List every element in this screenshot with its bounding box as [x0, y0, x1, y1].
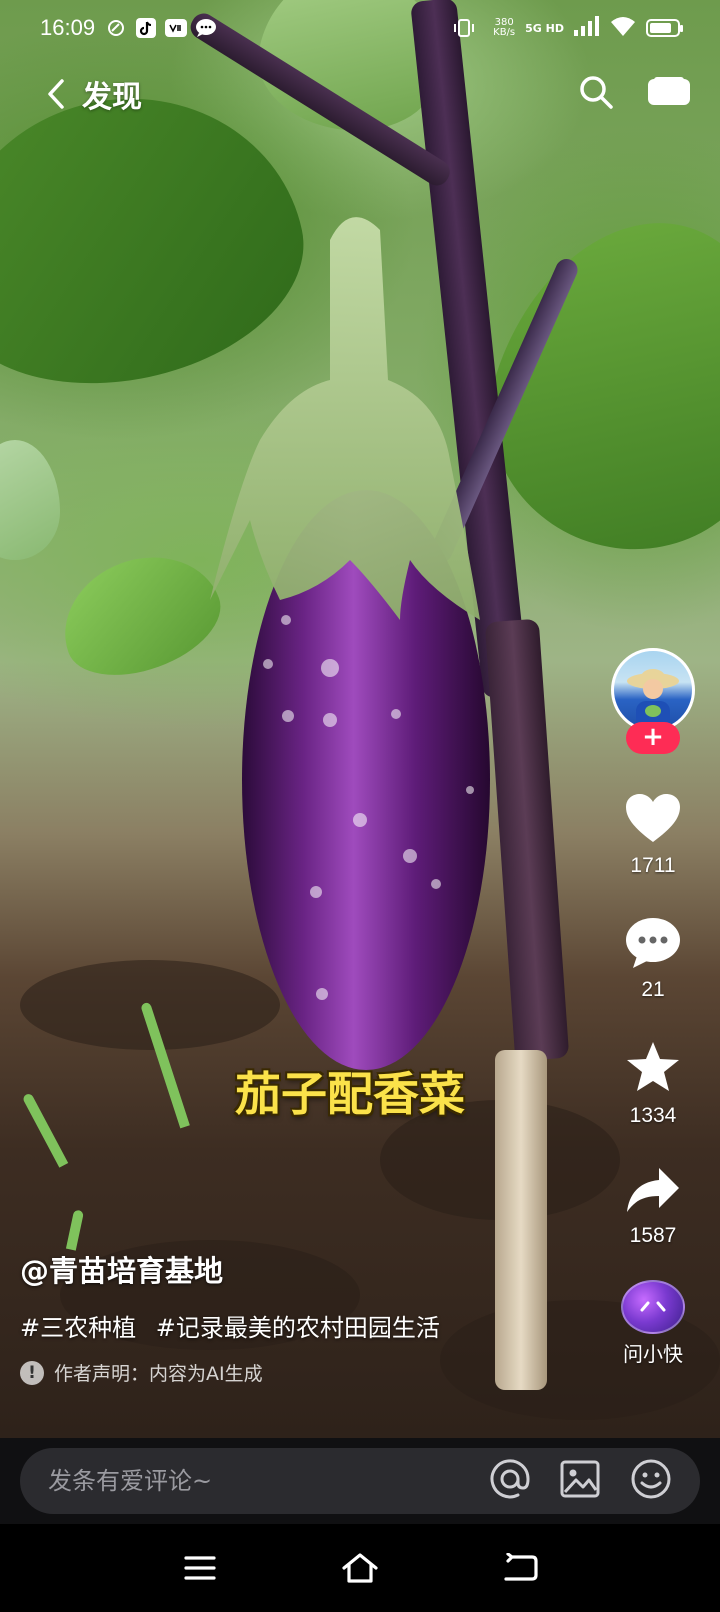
like-count: 1711: [630, 854, 676, 877]
ai-assistant-action[interactable]: 问小快: [621, 1280, 685, 1367]
comment-action[interactable]: 21: [625, 916, 681, 1002]
status-right-group: 380 KB/s 5G HD: [453, 16, 683, 40]
battery-level: [650, 23, 671, 33]
comment-tools: [490, 1458, 672, 1504]
vlog-icon: [165, 17, 188, 39]
menu-icon[interactable]: [175, 1543, 225, 1593]
back-arrow-icon[interactable]: [38, 76, 74, 112]
share-count: 1587: [629, 1224, 677, 1247]
action-column: + 1711 21 1334 1587 问小快: [608, 648, 698, 1367]
page-title[interactable]: 发现: [82, 72, 142, 116]
hashtag-list: #三农种植 #记录最美的农村田园生活: [20, 1308, 580, 1343]
wifi-icon: [610, 16, 636, 40]
comment-box[interactable]: [20, 1448, 700, 1514]
home-icon[interactable]: [335, 1543, 385, 1593]
video-card-icon[interactable]: [648, 77, 690, 111]
chat-bubble-icon: [195, 17, 217, 39]
search-icon[interactable]: [578, 74, 614, 114]
at-icon[interactable]: [490, 1459, 530, 1503]
video-subtitle: 茄子配香菜: [235, 1067, 465, 1121]
author-name[interactable]: @青苗培育基地: [20, 1248, 580, 1290]
ai-assistant-label[interactable]: 问小快: [623, 1338, 683, 1367]
top-nav: 发现: [0, 66, 720, 122]
disclaimer-text: 作者声明：内容为AI生成: [54, 1363, 263, 1385]
video-info: @青苗培育基地 #三农种植 #记录最美的农村田园生活 ! 作者声明：内容为AI生…: [20, 1248, 580, 1386]
share-arrow-icon[interactable]: [625, 1166, 681, 1218]
hashtag[interactable]: #记录最美的农村田园生活: [156, 1314, 440, 1342]
network-speed-unit: KB/s: [493, 27, 516, 38]
vibrate-icon: [453, 17, 475, 39]
author-avatar-group[interactable]: +: [611, 648, 695, 754]
emoji-icon[interactable]: [630, 1458, 672, 1504]
avatar[interactable]: [611, 648, 695, 732]
ai-assistant-icon[interactable]: [621, 1280, 685, 1334]
network-speed: 380 KB/s: [493, 18, 515, 38]
ai-disclaimer: ! 作者声明：内容为AI生成: [20, 1359, 580, 1386]
comment-input[interactable]: [48, 1467, 490, 1495]
back-nav-icon[interactable]: [495, 1543, 545, 1593]
battery-icon: [646, 19, 683, 37]
image-icon[interactable]: [560, 1460, 600, 1502]
sync-icon: [105, 17, 127, 39]
comment-bar: [0, 1438, 720, 1524]
comment-icon[interactable]: [625, 916, 681, 972]
exclamation-icon: !: [20, 1360, 44, 1385]
hashtag[interactable]: #三农种植: [20, 1314, 136, 1342]
follow-button[interactable]: +: [626, 722, 680, 754]
signal-icon: [574, 16, 600, 40]
system-nav-bar: [0, 1524, 720, 1612]
status-time: 16:09: [40, 15, 96, 40]
top-nav-actions: [578, 74, 690, 114]
status-bar: 16:09 380 KB/s 5G HD: [0, 0, 720, 56]
share-action[interactable]: 1587: [625, 1166, 681, 1248]
network-type: 5G HD: [525, 21, 564, 35]
heart-icon[interactable]: [624, 792, 682, 848]
like-action[interactable]: 1711: [624, 792, 682, 878]
comment-count: 21: [641, 978, 665, 1001]
tiktok-icon: [135, 17, 157, 39]
